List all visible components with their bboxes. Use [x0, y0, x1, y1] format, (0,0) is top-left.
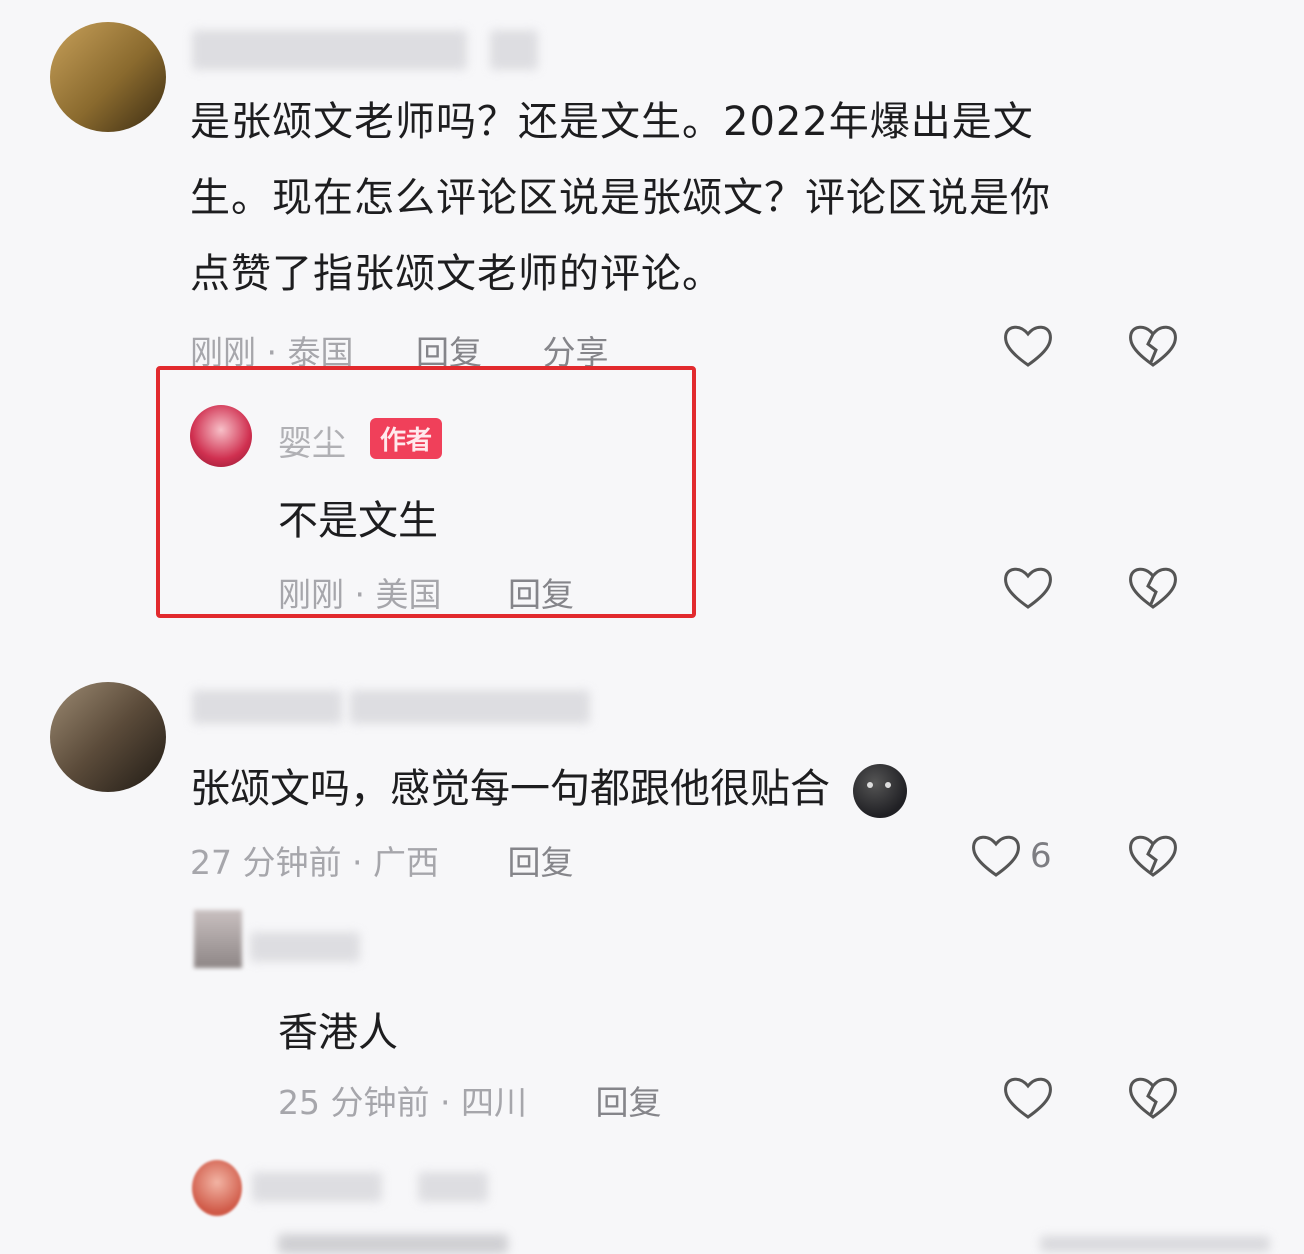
dislike-button[interactable] — [1125, 1070, 1181, 1126]
reply-button[interactable]: 回复 — [508, 575, 574, 614]
avatar[interactable] — [50, 22, 166, 132]
reply-text: 香港人 — [278, 1010, 398, 1056]
username-blurred — [350, 690, 590, 724]
watermark-blurred — [1040, 1236, 1270, 1252]
dislike-button[interactable] — [1125, 828, 1181, 884]
heart-outline-icon — [972, 835, 1020, 877]
heart-outline-icon — [1004, 325, 1052, 367]
reply-time: 25 分钟前 — [278, 1083, 430, 1122]
comment-text: 张颂文吗，感觉每一句都跟他很贴合 — [190, 756, 907, 818]
comment-text-blurred — [278, 1234, 508, 1254]
heart-outline-icon — [1004, 567, 1052, 609]
username-blurred — [250, 932, 360, 962]
reply-time: 刚刚 — [278, 575, 344, 614]
username-blurred — [252, 1172, 382, 1202]
like-button[interactable] — [1000, 1070, 1056, 1126]
reply-text: 不是文生 — [278, 498, 438, 544]
username-blurred — [418, 1172, 488, 1202]
comment-location: 广西 — [372, 843, 439, 882]
black-face-emoji-icon — [852, 764, 907, 818]
reply-location: 美国 — [375, 575, 442, 614]
broken-heart-icon — [1129, 1077, 1177, 1119]
like-button[interactable] — [968, 828, 1024, 884]
avatar[interactable] — [194, 910, 242, 968]
comment-time: 27 分钟前 — [190, 843, 342, 882]
broken-heart-icon — [1129, 325, 1177, 367]
reply-button[interactable]: 回复 — [595, 1083, 661, 1122]
username-blurred — [490, 30, 538, 70]
broken-heart-icon — [1129, 835, 1177, 877]
broken-heart-icon — [1129, 567, 1177, 609]
reply-meta: 刚刚 · 美国 回复 — [278, 575, 574, 614]
username-blurred — [192, 30, 467, 70]
reply-button[interactable]: 回复 — [507, 843, 573, 882]
dislike-button[interactable] — [1125, 318, 1181, 374]
heart-outline-icon — [1004, 1077, 1052, 1119]
dislike-button[interactable] — [1125, 560, 1181, 616]
reply-meta: 25 分钟前 · 四川 回复 — [278, 1083, 662, 1122]
comment-text: 是张颂文老师吗？还是文生。2022年爆出是文 生。现在怎么评论区说是张颂文？评论… — [190, 99, 1051, 297]
like-button[interactable] — [1000, 318, 1056, 374]
reply-location: 四川 — [460, 1083, 527, 1122]
author-username[interactable]: 婴尘 — [278, 416, 346, 465]
comment-meta: 27 分钟前 · 广西 回复 — [190, 843, 574, 882]
username-blurred — [192, 690, 342, 724]
avatar[interactable] — [50, 682, 166, 792]
author-avatar[interactable] — [190, 405, 252, 467]
like-count: 6 — [1030, 836, 1052, 876]
author-badge: 作者 — [370, 418, 443, 459]
avatar[interactable] — [192, 1160, 242, 1216]
like-button[interactable] — [1000, 560, 1056, 616]
